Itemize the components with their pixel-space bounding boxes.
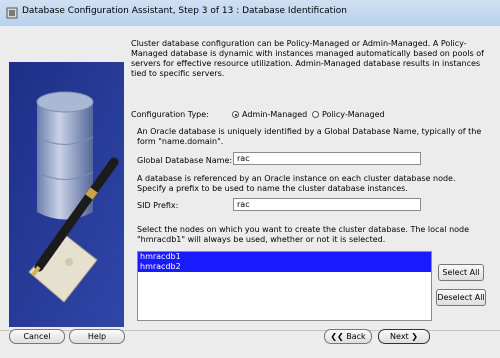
global-database-name-label: Global Database Name:: [137, 156, 233, 165]
next-arrow-icon: ❯: [411, 332, 418, 341]
sid-prefix-label: SID Prefix:: [137, 201, 179, 210]
intro-text: Cluster database configuration can be Po…: [131, 39, 484, 78]
global-db-description: An Oracle database is uniquely identifie…: [137, 127, 482, 146]
node-list[interactable]: hmracdb1 hmracdb2: [137, 251, 432, 321]
nodes-description: Select the nodes on which you want to cr…: [137, 225, 470, 244]
database-illustration: [9, 62, 124, 327]
sid-prefix-input[interactable]: rac: [233, 198, 421, 211]
dialog-client: Cluster database configuration can be Po…: [0, 26, 500, 358]
next-button-label: Next: [390, 332, 409, 341]
back-button-label: Back: [346, 332, 366, 341]
help-button[interactable]: Help: [69, 329, 125, 344]
back-button[interactable]: ❮❮ Back: [324, 329, 372, 344]
select-all-button[interactable]: Select All: [438, 264, 484, 281]
list-item[interactable]: hmracdb1: [138, 252, 431, 262]
back-arrow-icon: ❮❮: [330, 332, 344, 341]
radio-policy-managed[interactable]: Policy-Managed: [312, 110, 385, 119]
radio-policy-managed-label: Policy-Managed: [322, 110, 385, 119]
global-database-name-input[interactable]: rac: [233, 152, 421, 165]
radio-admin-managed[interactable]: Admin-Managed: [232, 110, 307, 119]
title-bar: Database Configuration Assistant, Step 3…: [0, 0, 500, 27]
sid-description: A database is referenced by an Oracle in…: [137, 174, 456, 193]
radio-admin-managed-label: Admin-Managed: [242, 110, 308, 119]
radio-unselected-icon: [312, 111, 319, 118]
configuration-type-label: Configuration Type:: [131, 110, 209, 119]
deselect-all-button[interactable]: Deselect All: [436, 289, 486, 306]
app-icon: [6, 7, 18, 19]
window-title: Database Configuration Assistant, Step 3…: [22, 6, 347, 16]
cancel-button[interactable]: Cancel: [9, 329, 65, 344]
radio-selected-icon: [232, 111, 239, 118]
next-button[interactable]: Next ❯: [378, 329, 430, 344]
list-item[interactable]: hmracdb2: [138, 262, 431, 272]
